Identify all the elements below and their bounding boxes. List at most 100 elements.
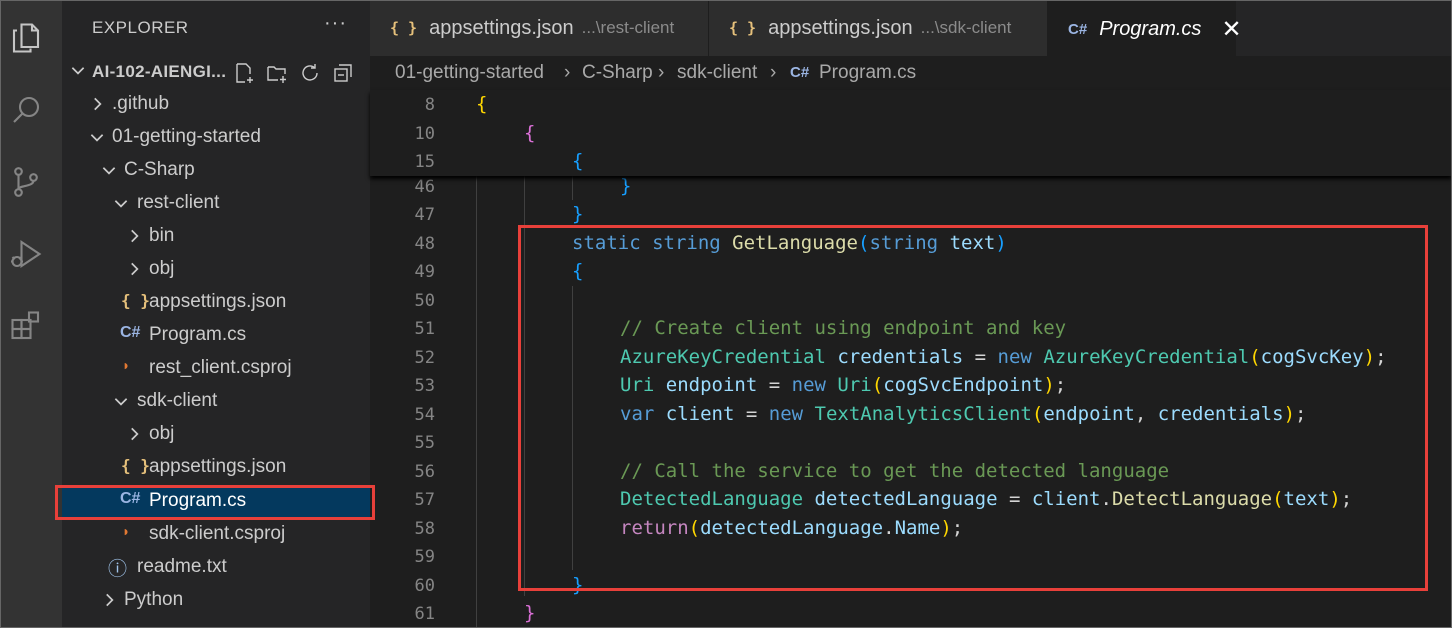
tab-program-cs[interactable]: C# Program.cs ✕ bbox=[1048, 0, 1242, 56]
line-number: 48 bbox=[414, 234, 435, 254]
sticky-scroll: 8 { 10 { 15 { bbox=[370, 90, 1452, 176]
workspace-root[interactable]: AI-102-AIENGI... bbox=[62, 58, 370, 88]
tree-folder-obj[interactable]: obj bbox=[62, 419, 370, 452]
tree-item-label: obj bbox=[149, 258, 175, 279]
sidebar-title: EXPLORER bbox=[92, 18, 189, 37]
breadcrumb: 01-getting-started › C-Sharp › sdk-clien… bbox=[370, 56, 1452, 90]
line-number: 52 bbox=[414, 348, 435, 368]
tab-bar: { } appsettings.json ...\rest-client { }… bbox=[370, 0, 1452, 56]
extensions-icon[interactable] bbox=[0, 302, 52, 350]
line-number: 46 bbox=[414, 177, 435, 197]
workspace-root-label: AI-102-AIENGI... bbox=[92, 62, 227, 81]
selected-file-highlight bbox=[55, 485, 375, 520]
tree-folder-csharp[interactable]: C-Sharp bbox=[62, 155, 370, 188]
code-line: } bbox=[572, 203, 584, 225]
tab-label: Program.cs bbox=[1099, 17, 1202, 40]
tree-item-label: obj bbox=[149, 423, 175, 444]
tree-file-csproj[interactable]: ◗ rest_client.csproj bbox=[62, 353, 370, 386]
refresh-icon[interactable] bbox=[298, 61, 322, 85]
line-number: 61 bbox=[414, 604, 435, 624]
new-folder-icon[interactable] bbox=[265, 61, 289, 85]
line-number: 56 bbox=[414, 462, 435, 482]
tree-item-label: sdk-client bbox=[137, 390, 218, 411]
line-number: 15 bbox=[414, 152, 435, 172]
tree-folder-github[interactable]: .github bbox=[62, 89, 370, 122]
collapse-all-icon[interactable] bbox=[331, 61, 355, 85]
chevron-right-icon bbox=[125, 425, 143, 449]
info-icon: ⓘ bbox=[108, 559, 128, 580]
breadcrumb-item[interactable]: C-Sharp bbox=[582, 62, 653, 84]
search-icon[interactable] bbox=[0, 86, 52, 134]
line-number: 47 bbox=[414, 205, 435, 225]
tree-folder-python[interactable]: Python bbox=[62, 585, 370, 618]
tree-file-readme[interactable]: ⓘ readme.txt bbox=[62, 552, 370, 585]
tree-folder-obj[interactable]: obj bbox=[62, 254, 370, 287]
csharp-file-icon: C# bbox=[790, 64, 810, 81]
indent-guide bbox=[476, 176, 477, 628]
chevron-right-icon bbox=[125, 227, 143, 251]
line-number: 10 bbox=[414, 124, 435, 144]
line-number: 58 bbox=[414, 519, 435, 539]
json-file-icon: { } bbox=[121, 291, 150, 310]
code-line: } bbox=[620, 175, 632, 197]
line-number: 60 bbox=[414, 576, 435, 596]
run-debug-icon[interactable] bbox=[0, 230, 52, 278]
line-number: 8 bbox=[424, 95, 435, 115]
tab-appsettings-sdk[interactable]: { } appsettings.json ...\sdk-client bbox=[709, 0, 1048, 56]
tree-file-appsettings[interactable]: { } appsettings.json bbox=[62, 452, 370, 485]
rss-icon: ◗ bbox=[122, 523, 131, 539]
tree-item-label: Program.cs bbox=[149, 324, 247, 345]
line-number: 55 bbox=[414, 433, 435, 453]
more-actions-icon[interactable]: ··· bbox=[324, 12, 347, 35]
breadcrumb-item[interactable]: Program.cs bbox=[819, 62, 916, 84]
line-number: 50 bbox=[414, 291, 435, 311]
tree-item-label: rest-client bbox=[137, 192, 220, 213]
chevron-right-icon: › bbox=[564, 62, 571, 83]
tab-label: appsettings.json bbox=[429, 16, 574, 39]
tree-folder-sdk-client[interactable]: sdk-client bbox=[62, 386, 370, 419]
tree-item-label: readme.txt bbox=[137, 556, 227, 577]
tree-folder-bin[interactable]: bin bbox=[62, 221, 370, 254]
new-file-icon[interactable] bbox=[232, 61, 256, 85]
json-file-icon: { } bbox=[729, 19, 757, 37]
chevron-down-icon bbox=[69, 61, 87, 85]
tree-file-program-cs[interactable]: C# Program.cs bbox=[62, 320, 370, 353]
explorer-sidebar: EXPLORER ··· AI-102-AIENGI... .github 01… bbox=[62, 0, 370, 628]
chevron-right-icon: › bbox=[658, 62, 665, 83]
chevron-right-icon bbox=[100, 591, 118, 615]
code-editor[interactable]: 8 { 10 { 15 { 46 47 48 49 50 51 52 53 54… bbox=[370, 90, 1452, 628]
line-number: 51 bbox=[414, 319, 435, 339]
breadcrumb-item[interactable]: 01-getting-started bbox=[395, 62, 544, 84]
rss-icon: ◗ bbox=[122, 357, 131, 373]
tree-item-label: .github bbox=[112, 93, 170, 114]
code-line: { bbox=[476, 93, 488, 115]
code-line: { bbox=[524, 122, 536, 144]
tree-folder-rest-client[interactable]: rest-client bbox=[62, 188, 370, 221]
chevron-down-icon bbox=[112, 194, 130, 218]
tree-file-appsettings[interactable]: { } appsettings.json bbox=[62, 287, 370, 320]
tree-folder-getting-started[interactable]: 01-getting-started bbox=[62, 122, 370, 155]
explorer-icon[interactable] bbox=[0, 14, 52, 62]
method-highlight-box bbox=[518, 225, 1428, 591]
line-number: 59 bbox=[414, 547, 435, 567]
tab-label: appsettings.json bbox=[768, 16, 913, 39]
tree-item-label: Python bbox=[124, 589, 184, 610]
chevron-down-icon bbox=[100, 161, 118, 185]
tree-item-label: bin bbox=[149, 225, 175, 246]
code-line: } bbox=[524, 602, 536, 624]
csharp-file-icon: C# bbox=[120, 324, 141, 341]
chevron-right-icon bbox=[125, 260, 143, 284]
csharp-file-icon: C# bbox=[1068, 20, 1088, 38]
activity-bar bbox=[0, 0, 62, 628]
close-icon[interactable]: ✕ bbox=[1221, 15, 1241, 44]
line-number: 54 bbox=[414, 405, 435, 425]
breadcrumb-item[interactable]: sdk-client bbox=[677, 62, 757, 84]
tab-appsettings-rest[interactable]: { } appsettings.json ...\rest-client bbox=[370, 0, 709, 56]
tree-item-label: sdk-client.csproj bbox=[149, 523, 286, 544]
source-control-icon[interactable] bbox=[0, 158, 52, 206]
tree-item-label: 01-getting-started bbox=[112, 126, 261, 147]
tree-item-label: appsettings.json bbox=[149, 291, 287, 312]
tab-description: ...\sdk-client bbox=[920, 18, 1012, 37]
line-number: 49 bbox=[414, 262, 435, 282]
tree-file-csproj[interactable]: ◗ sdk-client.csproj bbox=[62, 519, 370, 552]
